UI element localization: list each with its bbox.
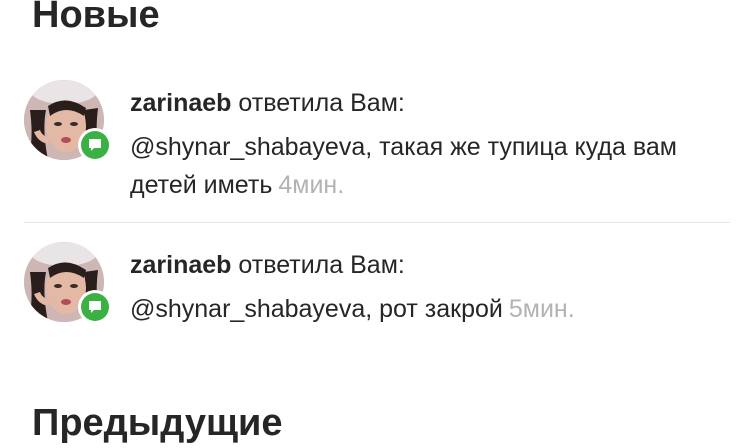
comment-badge	[78, 290, 112, 324]
notification-headline: zarinaeb ответила Вам:	[130, 84, 720, 122]
section-title-new: Новые	[32, 0, 160, 36]
avatar-wrap[interactable]	[24, 242, 112, 324]
notification-action: ответила Вам:	[238, 89, 405, 117]
notification-item[interactable]: zarinaeb ответила Вам: @shynar_shabayeva…	[0, 80, 750, 222]
username-link[interactable]: zarinaeb	[130, 251, 231, 279]
notification-time: 4мин.	[278, 171, 345, 199]
section-title-previous: Предыдущие	[32, 402, 283, 444]
notification-message-line: @shynar_shabayeva, рот закрой 5мин.	[130, 290, 720, 328]
notification-text: zarinaeb ответила Вам: @shynar_shabayeva…	[130, 84, 720, 204]
username-link[interactable]: zarinaeb	[130, 89, 231, 117]
comment-badge	[78, 128, 112, 162]
comment-bubble-icon	[81, 131, 109, 159]
notification-action: ответила Вам:	[238, 251, 405, 279]
notification-time: 5мин.	[508, 295, 575, 323]
notification-text: zarinaeb ответила Вам: @shynar_shabayeva…	[130, 246, 720, 328]
notifications-page: Новые zarinaeb ответила Вам: @shynar_sha…	[0, 0, 750, 448]
notification-item[interactable]: zarinaeb ответила Вам: @shynar_shabayeva…	[0, 242, 750, 352]
avatar-wrap[interactable]	[24, 80, 112, 162]
notification-message[interactable]: @shynar_shabayeva, рот закрой	[130, 295, 503, 323]
divider	[24, 222, 730, 223]
notification-message-line: @shynar_shabayeva, такая же тупица куда …	[130, 128, 720, 204]
comment-bubble-icon	[81, 293, 109, 321]
notification-headline: zarinaeb ответила Вам:	[130, 246, 720, 284]
notification-message[interactable]: @shynar_shabayeva, такая же тупица куда …	[130, 133, 677, 199]
